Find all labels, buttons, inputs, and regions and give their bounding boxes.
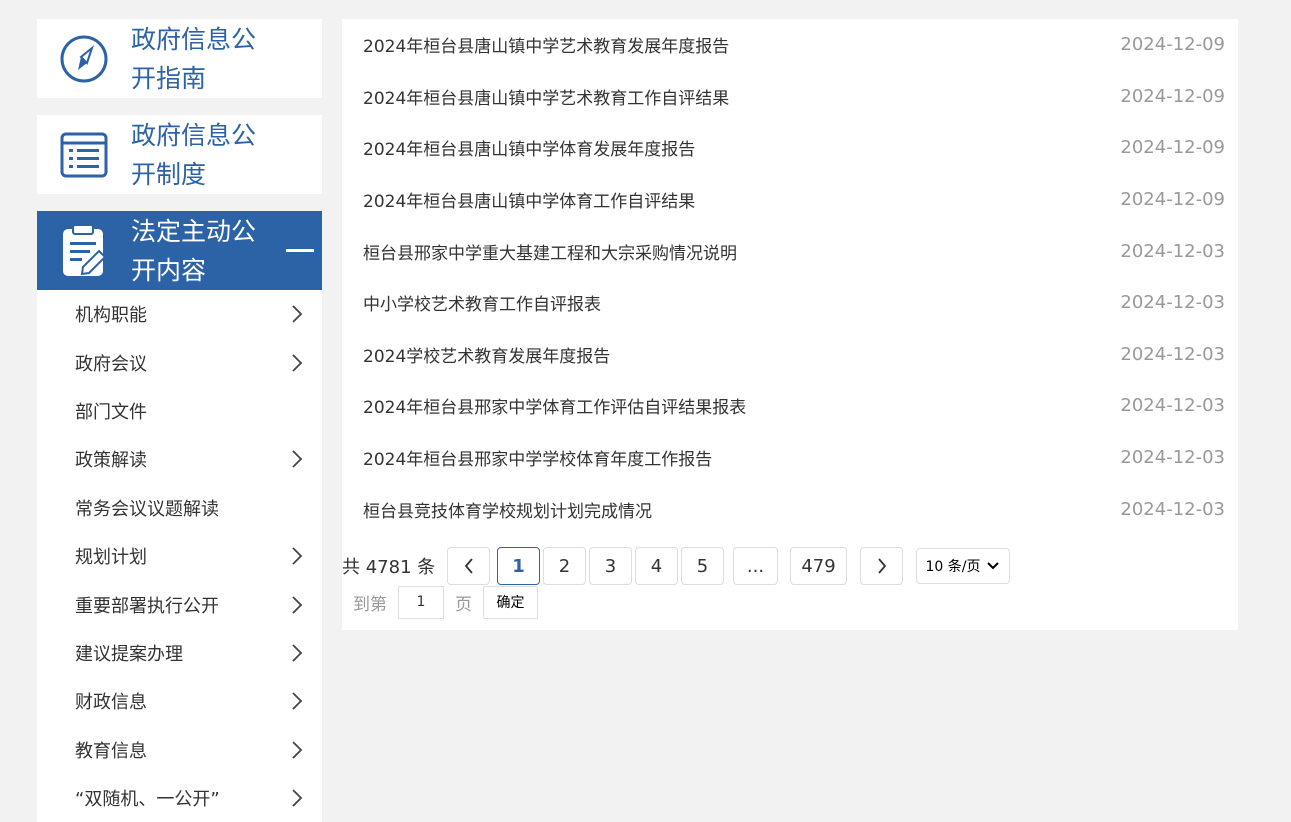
sidebar: 政府信息公开指南 政府信息公开制度 法定主动公开内容 机构职能 政府会议 部门文…: [37, 19, 322, 822]
chevron-right-icon: [292, 741, 303, 759]
submenu-item[interactable]: 建议提案办理: [37, 629, 322, 677]
goto-label: 到第: [353, 594, 387, 615]
submenu-item-label: 重要部署执行公开: [75, 595, 219, 617]
chevron-right-icon: [292, 305, 303, 323]
page-size-value: 10 条/页: [925, 559, 981, 575]
submenu-item[interactable]: 机构职能: [37, 290, 322, 338]
submenu: 机构职能政府会议部门文件政策解读常务会议议题解读 规划计划重要部署执行公开 建议提案…: [37, 290, 322, 822]
submenu-item-label: 教育信息: [75, 740, 147, 762]
list-item[interactable]: 中小学校艺术教育工作自评报表 2024-12-03: [342, 277, 1238, 329]
chevron-right-icon: [292, 547, 303, 565]
compass-icon: [37, 34, 131, 84]
article-date: 2024-12-09: [1120, 85, 1225, 107]
submenu-item[interactable]: 规划计划: [37, 532, 322, 580]
article-title-link[interactable]: 2024年桓台县唐山镇中学艺术教育工作自评结果: [363, 84, 729, 109]
next-page-button[interactable]: [860, 547, 903, 585]
nav-card-title: 政府信息公开制度: [131, 120, 257, 189]
article-date: 2024-12-09: [1120, 137, 1225, 159]
list-item[interactable]: 桓台县竞技体育学校规划计划完成情况 2024-12-03: [342, 483, 1238, 535]
list-item[interactable]: 2024学校艺术教育发展年度报告 2024-12-03: [342, 329, 1238, 381]
list-item[interactable]: 2024年桓台县唐山镇中学体育工作自评结果 2024-12-09: [342, 174, 1238, 226]
page-button-5[interactable]: 5: [681, 547, 724, 585]
submenu-item-label: “双随机、一公开”: [75, 789, 220, 811]
list-item[interactable]: 桓台县邢家中学重大基建工程和大宗采购情况说明 2024-12-03: [342, 225, 1238, 277]
article-date: 2024-12-03: [1120, 240, 1225, 262]
chevron-right-icon: [292, 450, 303, 468]
list-item[interactable]: 2024年桓台县唐山镇中学艺术教育工作自评结果 2024-12-09: [342, 71, 1238, 123]
list-item[interactable]: 2024年桓台县唐山镇中学体育发展年度报告 2024-12-09: [342, 122, 1238, 174]
article-title-link[interactable]: 中小学校艺术教育工作自评报表: [363, 290, 601, 315]
confirm-button[interactable]: 确定: [483, 585, 538, 619]
article-title-link[interactable]: 2024年桓台县唐山镇中学体育工作自评结果: [363, 187, 695, 212]
ellipsis-button[interactable]: ...: [733, 547, 778, 585]
article-date: 2024-12-03: [1120, 292, 1225, 314]
goto-page-input[interactable]: 1: [398, 585, 444, 619]
page-button-4[interactable]: 4: [635, 547, 678, 585]
article-title-link[interactable]: 2024年桓台县唐山镇中学艺术教育发展年度报告: [363, 32, 729, 57]
article-date: 2024-12-09: [1120, 189, 1225, 211]
article-title-link[interactable]: 桓台县竞技体育学校规划计划完成情况: [363, 497, 652, 522]
submenu-item[interactable]: 政策解读: [37, 435, 322, 483]
chevron-left-icon: [464, 558, 473, 574]
article-title-link[interactable]: 2024学校艺术教育发展年度报告: [363, 342, 610, 367]
submenu-item-label: 政府会议: [75, 353, 147, 375]
clipboard-edit-icon: [37, 223, 131, 279]
submenu-item[interactable]: 部门文件: [37, 387, 322, 435]
chevron-right-icon: [292, 789, 303, 807]
article-list: 2024年桓台县唐山镇中学艺术教育发展年度报告 2024-12-09 2024年桓台…: [342, 19, 1238, 535]
submenu-item-label: 财政信息: [75, 692, 147, 714]
chevron-right-icon: [292, 692, 303, 710]
submenu-item[interactable]: 常务会议议题解读: [37, 484, 322, 532]
list-item[interactable]: 2024年桓台县邢家中学学校体育年度工作报告 2024-12-03: [342, 432, 1238, 484]
submenu-item[interactable]: 政府会议: [37, 338, 322, 386]
pagination: 共 4781 条 12345 ... 479 10 条/页: [342, 547, 1042, 585]
article-title-link[interactable]: 2024年桓台县唐山镇中学体育发展年度报告: [363, 135, 695, 160]
chevron-down-icon: [987, 562, 1000, 570]
article-date: 2024-12-03: [1120, 447, 1225, 469]
article-date: 2024-12-03: [1120, 343, 1225, 365]
article-title-link[interactable]: 桓台县邢家中学重大基建工程和大宗采购情况说明: [363, 239, 737, 264]
list-item[interactable]: 2024年桓台县唐山镇中学艺术教育发展年度报告 2024-12-09: [342, 19, 1238, 71]
article-date: 2024-12-03: [1120, 498, 1225, 520]
nav-card-guide[interactable]: 政府信息公开指南: [37, 19, 322, 98]
submenu-item-label: 政策解读: [75, 450, 147, 472]
article-title-link[interactable]: 2024年桓台县邢家中学体育工作评估自评结果报表: [363, 393, 746, 418]
submenu-item[interactable]: 教育信息: [37, 726, 322, 774]
chevron-right-icon: [877, 558, 886, 574]
goto-suffix: 页: [455, 594, 472, 615]
page-button-last[interactable]: 479: [790, 547, 847, 585]
submenu-item[interactable]: “双随机、一公开”: [37, 774, 322, 822]
article-list-panel: 2024年桓台县唐山镇中学艺术教育发展年度报告 2024-12-09 2024年桓台…: [342, 19, 1238, 630]
page-button-2[interactable]: 2: [543, 547, 586, 585]
page-button-3[interactable]: 3: [589, 547, 632, 585]
article-date: 2024-12-03: [1120, 395, 1225, 417]
submenu-item[interactable]: 重要部署执行公开: [37, 580, 322, 628]
list-document-icon: [37, 130, 131, 180]
submenu-item-label: 建议提案办理: [75, 643, 183, 665]
list-item[interactable]: 2024年桓台县邢家中学体育工作评估自评结果报表 2024-12-03: [342, 380, 1238, 432]
goto-page: 到第 1 页 确定: [353, 585, 538, 619]
nav-card-title: 政府信息公开指南: [131, 24, 257, 93]
total-count: 共 4781 条: [342, 557, 436, 578]
submenu-item-label: 部门文件: [75, 401, 147, 423]
submenu-item-label: 机构职能: [75, 305, 147, 327]
submenu-item-label: 常务会议议题解读: [75, 498, 219, 520]
collapse-icon[interactable]: [286, 249, 314, 252]
chevron-right-icon: [292, 595, 303, 614]
page-button-1[interactable]: 1: [497, 547, 540, 585]
page-size-select[interactable]: 10 条/页: [916, 548, 1010, 584]
submenu-item-label: 规划计划: [75, 547, 147, 569]
nav-card-system[interactable]: 政府信息公开制度: [37, 115, 322, 194]
article-date: 2024-12-09: [1120, 34, 1225, 56]
nav-card-active-content[interactable]: 法定主动公开内容: [37, 211, 322, 290]
chevron-right-icon: [292, 353, 303, 372]
article-title-link[interactable]: 2024年桓台县邢家中学学校体育年度工作报告: [363, 445, 712, 470]
chevron-right-icon: [292, 644, 303, 662]
nav-card-title: 法定主动公开内容: [131, 216, 257, 285]
prev-page-button[interactable]: [447, 547, 490, 585]
submenu-item[interactable]: 财政信息: [37, 677, 322, 725]
